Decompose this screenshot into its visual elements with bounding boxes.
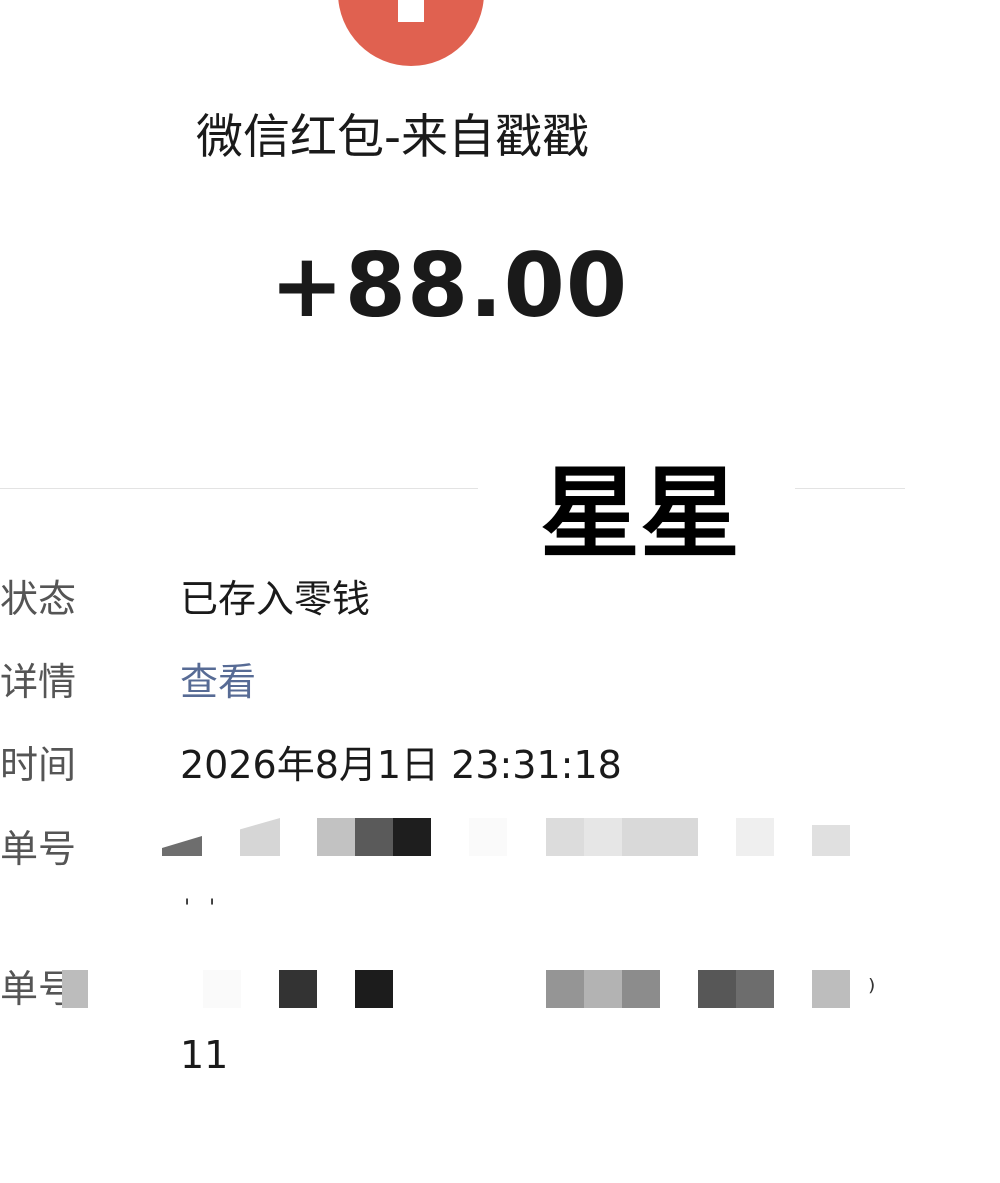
redaction-block bbox=[393, 818, 431, 856]
time-value: 2026年8月1日 23:31:18 bbox=[180, 743, 622, 787]
packet-title: 微信红包-来自戳戳 bbox=[196, 110, 589, 165]
redaction-block bbox=[736, 970, 774, 1008]
redaction-wedge bbox=[162, 836, 202, 856]
redaction-block bbox=[584, 818, 622, 856]
redaction-block bbox=[622, 818, 698, 856]
divider-left bbox=[0, 488, 478, 489]
redaction-block bbox=[622, 970, 660, 1008]
packet-clasp bbox=[398, 0, 424, 22]
overlay-text: 星星 bbox=[540, 455, 740, 572]
time-label: 时间 bbox=[0, 743, 77, 787]
redaction-residue: ⁾ bbox=[868, 974, 876, 1009]
redaction-block bbox=[317, 818, 355, 856]
redaction-block bbox=[546, 970, 584, 1008]
details-label: 详情 bbox=[0, 660, 77, 704]
order-number-tail: 11 bbox=[180, 1033, 229, 1077]
redaction-block bbox=[279, 970, 317, 1008]
redaction-block bbox=[203, 970, 241, 1008]
amount: +88.00 bbox=[270, 234, 629, 337]
divider-right bbox=[795, 488, 905, 489]
order-label: 单号 bbox=[0, 827, 77, 871]
redaction-block bbox=[355, 818, 393, 856]
redaction-residue: ' ' bbox=[184, 896, 222, 921]
redaction-block bbox=[469, 818, 507, 856]
view-details-link[interactable]: 查看 bbox=[180, 659, 256, 705]
redaction-block bbox=[698, 970, 736, 1008]
redaction-wedge bbox=[240, 818, 280, 856]
redaction-block bbox=[355, 970, 393, 1008]
redaction-block bbox=[812, 970, 850, 1008]
status-value: 已存入零钱 bbox=[180, 577, 371, 621]
redaction-block bbox=[546, 818, 584, 856]
redaction-block bbox=[584, 970, 622, 1008]
status-label: 状态 bbox=[0, 577, 77, 621]
redaction-block bbox=[62, 970, 88, 1008]
red-packet-icon bbox=[338, 0, 484, 66]
redaction-block bbox=[736, 818, 774, 856]
redaction-block bbox=[812, 825, 850, 856]
